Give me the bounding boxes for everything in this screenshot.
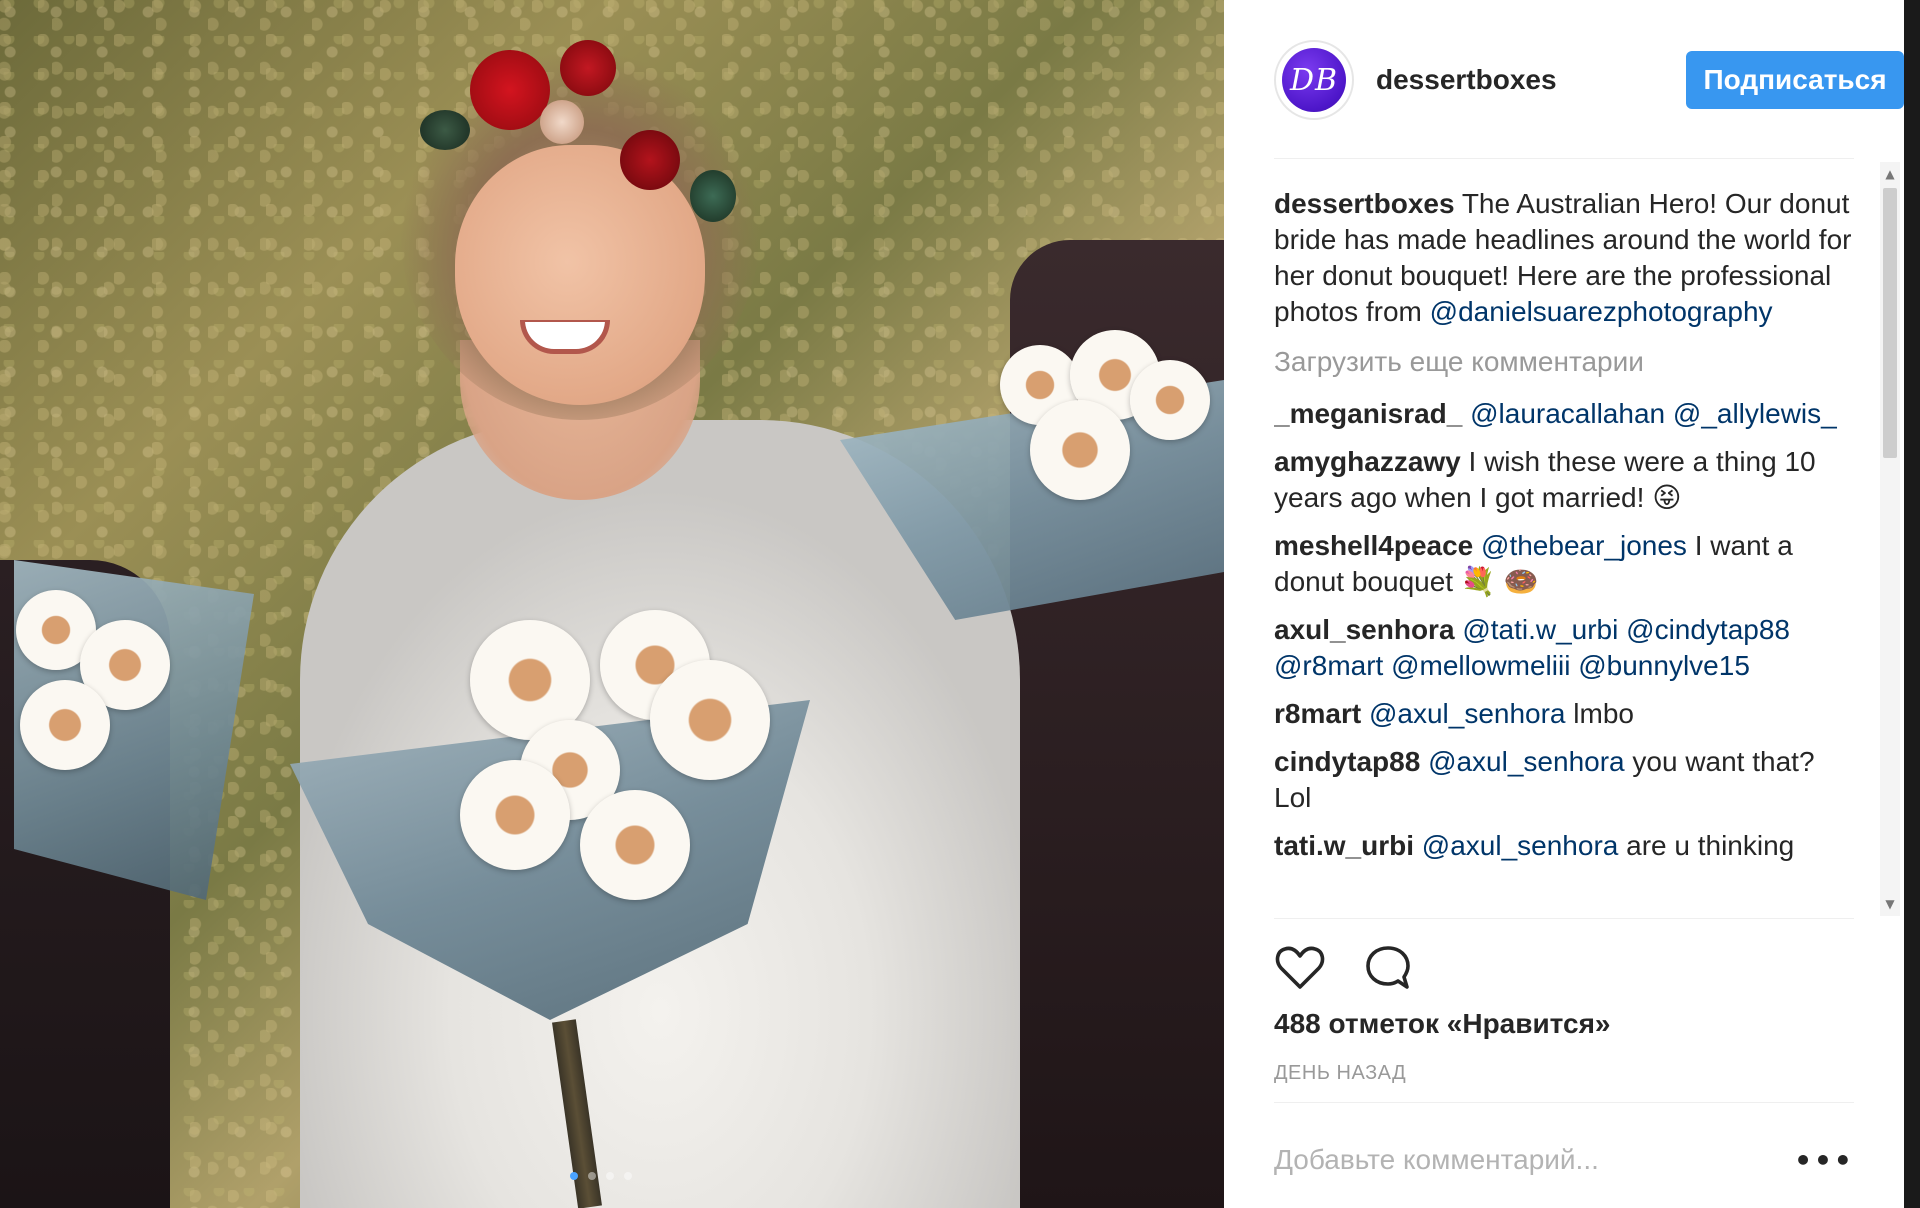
comment-text <box>1383 650 1391 681</box>
comment-item: _meganisrad_ @lauracallahan @_allylewis_ <box>1274 396 1858 432</box>
heart-icon[interactable] <box>1274 942 1326 994</box>
carousel-dot[interactable] <box>624 1172 632 1180</box>
flower-crown-rose <box>470 50 550 130</box>
post-author-username[interactable]: dessertboxes <box>1376 64 1557 96</box>
add-comment-form: ••• <box>1274 1130 1854 1190</box>
comment-mention[interactable]: @lauracallahan <box>1470 398 1665 429</box>
flower-crown-bud <box>540 100 584 144</box>
comment-text <box>1414 830 1422 861</box>
comments-scrollbar[interactable]: ▲ ▼ <box>1880 162 1900 916</box>
flower-crown-leaf <box>420 110 470 150</box>
caption-mention[interactable]: @danielsuarezphotography <box>1430 296 1773 327</box>
comment-item: amyghazzawy I wish these were a thing 10… <box>1274 444 1858 516</box>
comment-text <box>1618 614 1626 645</box>
comment-username[interactable]: r8mart <box>1274 698 1361 729</box>
comment-text <box>1473 530 1481 561</box>
comment-username[interactable]: cindytap88 <box>1274 746 1420 777</box>
comment-username[interactable]: _meganisrad_ <box>1274 398 1462 429</box>
carousel-indicator <box>570 1172 632 1180</box>
avatar[interactable]: DB <box>1274 40 1354 120</box>
carousel-dot[interactable] <box>606 1172 614 1180</box>
comment-text <box>1665 398 1673 429</box>
comment-username[interactable]: tati.w_urbi <box>1274 830 1414 861</box>
flower-crown-leaf <box>690 170 736 222</box>
comment-item: meshell4peace @thebear_jones I want a do… <box>1274 528 1858 600</box>
footer-divider <box>1274 1102 1854 1103</box>
comment-text <box>1420 746 1428 777</box>
comment-text: lmbo <box>1565 698 1634 729</box>
post-header: DB dessertboxes Подписаться <box>1274 40 1904 120</box>
header-divider <box>1274 158 1854 159</box>
likes-count[interactable]: 488 отметок «Нравится» <box>1274 1008 1611 1040</box>
avatar-logo: DB <box>1282 48 1346 112</box>
comment-item: r8mart @axul_senhora lmbo <box>1274 696 1858 732</box>
speech-bubble-icon[interactable] <box>1362 942 1414 994</box>
comment-username[interactable]: meshell4peace <box>1274 530 1473 561</box>
comment-username[interactable]: axul_senhora <box>1274 614 1455 645</box>
carousel-dot[interactable] <box>588 1172 596 1180</box>
load-more-comments-link[interactable]: Загрузить еще комментарии <box>1274 344 1858 380</box>
comment-mention[interactable]: @axul_senhora <box>1428 746 1625 777</box>
comment-text <box>1361 698 1369 729</box>
comment-mention[interactable]: @_allylewis_ <box>1673 398 1837 429</box>
comment-mention[interactable]: @tati.w_urbi <box>1462 614 1618 645</box>
comment-text: are u thinking <box>1618 830 1795 861</box>
comment-mention[interactable]: @r8mart <box>1274 650 1383 681</box>
comment-username[interactable]: amyghazzawy <box>1274 446 1461 477</box>
comment-mention[interactable]: @axul_senhora <box>1422 830 1619 861</box>
comments-divider <box>1274 918 1854 919</box>
donut <box>20 680 110 770</box>
post-caption: dessertboxes The Australian Hero! Our do… <box>1274 186 1858 330</box>
comment-item: cindytap88 @axul_senhora you want that? … <box>1274 744 1858 816</box>
donut <box>460 760 570 870</box>
flower-crown-rose <box>560 40 616 96</box>
post-actions <box>1274 938 1854 998</box>
comment-mention[interactable]: @mellowmeliii <box>1391 650 1570 681</box>
follow-button[interactable]: Подписаться <box>1686 51 1904 109</box>
window-frame-edge <box>1904 0 1920 1208</box>
comments-list[interactable]: dessertboxes The Australian Hero! Our do… <box>1274 186 1858 916</box>
comment-item: axul_senhora @tati.w_urbi @cindytap88 @r… <box>1274 612 1858 684</box>
post-photo[interactable] <box>0 0 1224 1208</box>
comment-input[interactable] <box>1274 1144 1794 1176</box>
donut <box>650 660 770 780</box>
post-details-panel: DB dessertboxes Подписаться dessertboxes… <box>1224 0 1904 1208</box>
comment-items: _meganisrad_ @lauracallahan @_allylewis_… <box>1274 396 1858 864</box>
scroll-down-arrow-icon[interactable]: ▼ <box>1880 894 1900 914</box>
caption-username[interactable]: dessertboxes <box>1274 188 1455 219</box>
more-options-icon[interactable]: ••• <box>1794 1140 1854 1180</box>
comment-mention[interactable]: @thebear_jones <box>1481 530 1687 561</box>
donut <box>1130 360 1210 440</box>
donut <box>580 790 690 900</box>
comment-mention[interactable]: @axul_senhora <box>1369 698 1566 729</box>
comment-mention[interactable]: @bunnylve15 <box>1578 650 1750 681</box>
post-timestamp[interactable]: ДЕНЬ НАЗАД <box>1274 1062 1406 1085</box>
comment-item: tati.w_urbi @axul_senhora are u thinking <box>1274 828 1858 864</box>
scroll-up-arrow-icon[interactable]: ▲ <box>1880 164 1900 184</box>
donut <box>1030 400 1130 500</box>
comment-mention[interactable]: @cindytap88 <box>1626 614 1790 645</box>
carousel-dot[interactable] <box>570 1172 578 1180</box>
comment-text <box>1462 398 1470 429</box>
scrollbar-thumb[interactable] <box>1883 188 1897 458</box>
flower-crown-rose <box>620 130 680 190</box>
